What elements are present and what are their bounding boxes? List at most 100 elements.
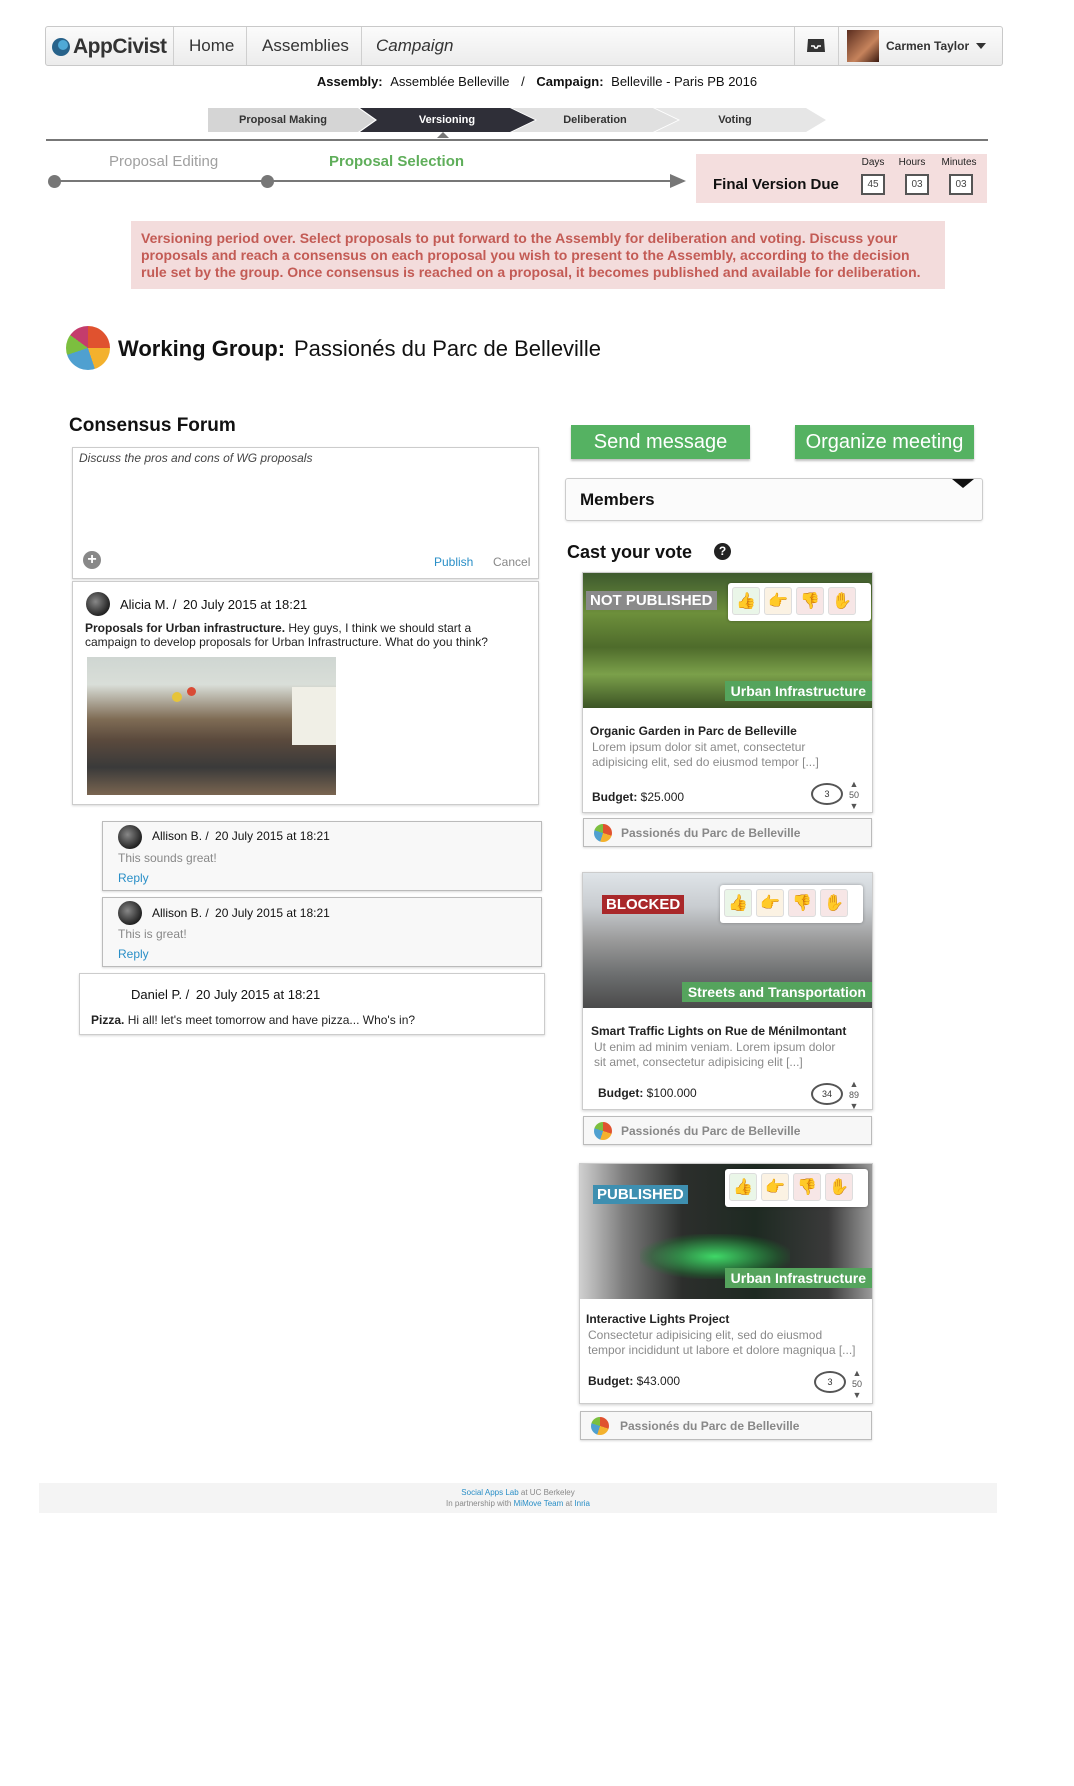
theme-tag[interactable]: Streets and Transportation (681, 982, 872, 1002)
logo-icon (52, 38, 70, 56)
hand-point-icon[interactable]: 👉 (761, 1173, 789, 1201)
proposal-group-tag[interactable]: Passionés du Parc de Belleville (580, 1411, 872, 1440)
reply-link[interactable]: Reply (118, 871, 149, 885)
proposal-budget: Budget: $100.000 (598, 1086, 697, 1100)
budget-label: Budget: (588, 1374, 634, 1388)
stage-versioning[interactable]: Versioning (372, 108, 522, 132)
comments-icon[interactable]: 3 (811, 783, 843, 805)
add-attachment-icon[interactable]: + (83, 551, 101, 569)
vote-buttons: 👍 👉 👎 ✋ (728, 583, 871, 621)
block-hand-icon[interactable]: ✋ (820, 889, 848, 917)
assembly-name[interactable]: Assemblée Belleville (390, 74, 509, 89)
proposal-title[interactable]: Smart Traffic Lights on Rue de Ménilmont… (591, 1024, 846, 1038)
send-message-button[interactable]: Send message (571, 425, 750, 459)
campaign-name[interactable]: Belleville - Paris PB 2016 (611, 74, 757, 89)
proposal-card[interactable]: PUBLISHED 👍 👉 👎 ✋ Urban Infrastructure I… (579, 1163, 873, 1404)
logo-text: AppCivist (73, 35, 167, 58)
vote-count[interactable]: ▲ 50 ▼ (848, 1368, 866, 1401)
timeline-arrow-icon (670, 174, 686, 188)
chevron-down-icon[interactable] (952, 479, 974, 488)
post-subject: Proposals for Urban infrastructure. (85, 621, 286, 635)
assembly-label: Assembly: (316, 74, 383, 89)
thumbs-up-icon[interactable]: 👍 (732, 587, 760, 615)
banner-image (292, 687, 336, 745)
proposal-group-tag[interactable]: Passionés du Parc de Belleville (583, 818, 872, 847)
status-badge: NOT PUBLISHED (586, 591, 717, 610)
post-date: 20 July 2015 at 18:21 (182, 597, 308, 612)
group-icon (591, 1417, 609, 1435)
balloon-image (172, 692, 182, 702)
comments-icon[interactable]: 3 (814, 1371, 846, 1393)
due-unit-hours: Hours (898, 157, 926, 168)
substage-proposal-editing[interactable]: Proposal Editing (109, 153, 218, 170)
thumbs-up-icon[interactable]: 👍 (724, 889, 752, 917)
due-days-value: 45 (861, 174, 885, 195)
social-apps-lab-link[interactable]: Social Apps Lab (461, 1488, 518, 1497)
thumbs-down-icon[interactable]: 👎 (796, 587, 824, 615)
footer-text: at (565, 1499, 573, 1508)
theme-tag[interactable]: Urban Infrastructure (724, 1268, 872, 1288)
proposal-card[interactable]: NOT PUBLISHED 👍 👉 👎 ✋ Urban Infrastructu… (582, 572, 873, 813)
footer-text: at UC Berkeley (520, 1488, 575, 1497)
inbox-icon[interactable] (806, 36, 826, 54)
nav-home[interactable]: Home (189, 27, 234, 65)
nav-divider (838, 27, 839, 65)
avatar (118, 825, 142, 849)
publish-button[interactable]: Publish (434, 555, 473, 569)
vote-count-value: 50 (848, 790, 859, 800)
user-name[interactable]: Carmen Taylor (886, 27, 969, 65)
group-name: Passionés du Parc de Belleville (621, 826, 801, 840)
proposal-card[interactable]: BLOCKED 👍 👉 👎 ✋ Streets and Transportati… (582, 872, 873, 1112)
organize-meeting-button[interactable]: Organize meeting (795, 425, 974, 459)
vote-count[interactable]: ▲ 50 ▼ (845, 779, 863, 812)
mimove-link[interactable]: MiMove Team (514, 1499, 564, 1508)
reply-link[interactable]: Reply (118, 947, 149, 961)
chevron-down-icon[interactable] (976, 43, 986, 49)
avatar (86, 592, 110, 616)
due-hours-value: 03 (905, 174, 929, 195)
cancel-button[interactable]: Cancel (493, 555, 530, 569)
proposal-title[interactable]: Organic Garden in Parc de Belleville (590, 724, 797, 738)
post-body: Pizza. Hi all! let's meet tomorrow and h… (91, 1013, 415, 1027)
substage-proposal-selection[interactable]: Proposal Selection (329, 153, 464, 170)
campaign-label: Campaign: (536, 74, 604, 89)
help-icon[interactable]: ? (714, 543, 731, 560)
hand-point-icon[interactable]: 👉 (764, 587, 792, 615)
members-label[interactable]: Members (580, 490, 655, 510)
nav-campaign[interactable]: Campaign (376, 27, 454, 65)
thumbs-up-icon[interactable]: 👍 (729, 1173, 757, 1201)
due-unit-days: Days (861, 157, 885, 168)
vote-count-value: 89 (848, 1090, 859, 1100)
vote-title: Cast your vote (567, 542, 693, 562)
thumbs-down-icon[interactable]: 👎 (793, 1173, 821, 1201)
stage-deliberation[interactable]: Deliberation (520, 108, 670, 132)
stage-voting[interactable]: Voting (660, 108, 810, 132)
block-hand-icon[interactable]: ✋ (825, 1173, 853, 1201)
app-logo[interactable]: AppCivist (52, 32, 167, 62)
group-icon (594, 1122, 612, 1140)
proposal-title[interactable]: Interactive Lights Project (586, 1312, 729, 1326)
footer-line-2: In partnership with MiMove Team at Inria (39, 1498, 997, 1509)
nav-divider (794, 27, 795, 65)
block-hand-icon[interactable]: ✋ (828, 587, 856, 615)
forum-title: Consensus Forum (69, 415, 236, 436)
vote-count[interactable]: ▲ 89 ▼ (845, 1079, 863, 1112)
avatar (118, 901, 142, 925)
proposal-group-tag[interactable]: Passionés du Parc de Belleville (583, 1116, 872, 1145)
inria-link[interactable]: Inria (574, 1499, 590, 1508)
vote-count-value: 50 (851, 1379, 862, 1389)
user-avatar[interactable] (847, 30, 879, 62)
nav-divider (361, 27, 362, 65)
theme-tag[interactable]: Urban Infrastructure (724, 681, 872, 701)
stage-proposal-making[interactable]: Proposal Making (208, 108, 358, 132)
nav-assemblies[interactable]: Assemblies (262, 27, 349, 65)
reply-text: This is great! (118, 927, 187, 941)
budget-value: $43.000 (636, 1374, 681, 1388)
forum-compose-placeholder[interactable]: Discuss the pros and cons of WG proposal… (79, 451, 312, 465)
thumbs-down-icon[interactable]: 👎 (788, 889, 816, 917)
post-author: Daniel P. / 20 July 2015 at 18:21 (131, 987, 320, 1002)
comments-icon[interactable]: 34 (811, 1083, 843, 1105)
budget-label: Budget: (598, 1086, 644, 1100)
post-photo[interactable] (87, 657, 336, 795)
hand-point-icon[interactable]: 👉 (756, 889, 784, 917)
